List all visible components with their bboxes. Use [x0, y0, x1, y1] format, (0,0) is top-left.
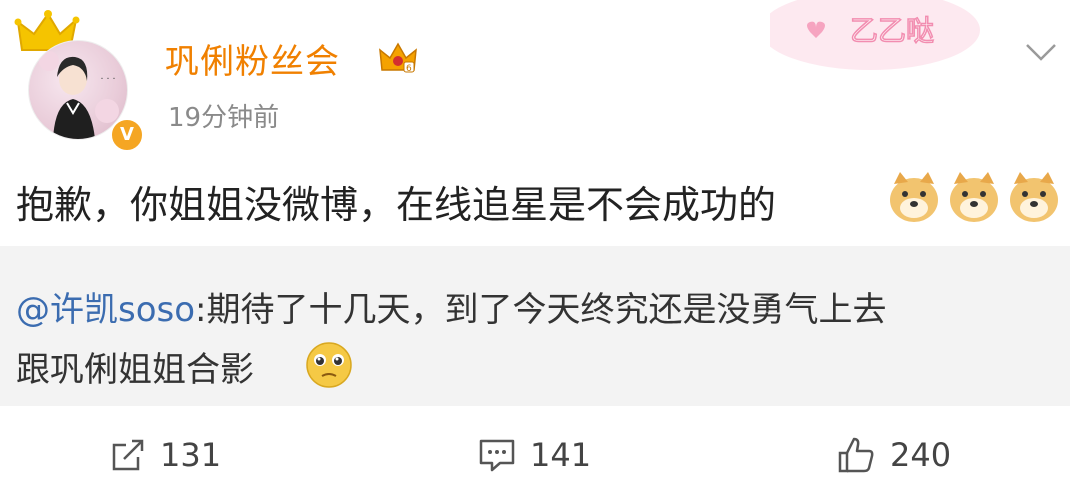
doge-emoji-row	[888, 168, 1068, 232]
quoted-text-line2: 跟巩俐姐姐合影	[16, 350, 254, 390]
chevron-down-icon[interactable]	[1024, 40, 1058, 64]
repost-count: 131	[160, 436, 222, 474]
verified-badge-icon: V	[110, 118, 144, 152]
like-button[interactable]: 240	[836, 430, 951, 480]
user-mention-link[interactable]: @许凯soso	[16, 290, 195, 330]
post-timestamp: 19分钟前	[168, 103, 280, 133]
svg-text:6: 6	[406, 64, 412, 74]
post-body-text: 抱歉，你姐姐没微博，在线追星是不会成功的	[16, 183, 777, 227]
author-name[interactable]: 巩俐粉丝会	[165, 34, 340, 83]
sticker-text: 乙乙哒	[850, 14, 934, 47]
quoted-post[interactable]: @许凯soso:期待了十几天，到了今天终究还是没勇气上去 跟巩俐姐姐合影	[0, 246, 1070, 406]
comment-count: 141	[530, 436, 592, 474]
thumbs-up-icon	[838, 437, 874, 473]
repost-button[interactable]: 131	[110, 430, 221, 480]
doge-emoji-icon	[890, 172, 1058, 222]
decorative-sticker: 乙乙哒	[770, 0, 980, 70]
post-header: ・・・ V 巩俐粉丝会 6 19分钟前 乙乙哒	[0, 0, 1070, 152]
svg-text:・・・: ・・・	[99, 76, 117, 83]
comment-button[interactable]: 141	[478, 430, 591, 480]
quoted-text-line1: @许凯soso:期待了十几天，到了今天终究还是没勇气上去	[16, 282, 887, 331]
like-count: 240	[890, 436, 952, 474]
avatar-container[interactable]: ・・・ V	[14, 10, 144, 152]
action-bar: 131 141 240	[0, 410, 1070, 500]
comment-icon	[479, 439, 515, 472]
quoted-text: :期待了十几天，到了今天终究还是没勇气上去	[195, 290, 887, 330]
teary-emoji-icon	[306, 342, 352, 388]
repost-icon	[112, 439, 144, 471]
vip-crown-badge-icon: 6	[379, 42, 417, 74]
